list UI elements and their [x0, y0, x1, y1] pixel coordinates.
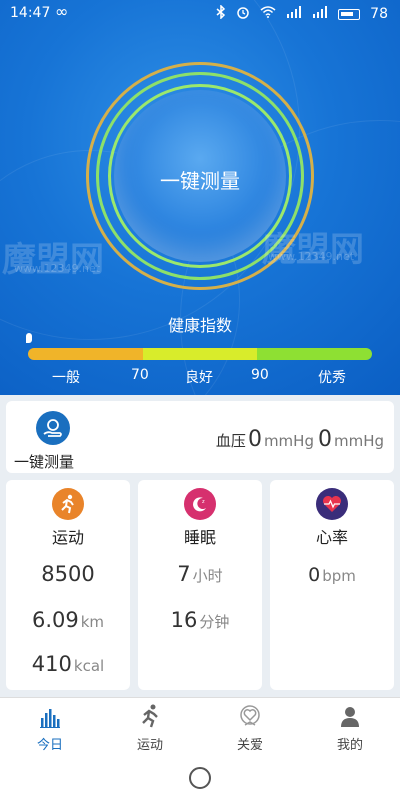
- loop-icon: ∞: [55, 2, 69, 21]
- one-key-measure-label: 一键测量: [14, 453, 75, 471]
- scale-low: 一般: [52, 370, 80, 386]
- heart-bpm-unit: bpm: [322, 567, 356, 585]
- nav-care-label: 关爱: [236, 738, 263, 753]
- battery-icon: [338, 8, 361, 20]
- sport-steps: 8500: [41, 562, 95, 586]
- wifi-icon: [260, 6, 276, 22]
- sport-title: 运动: [51, 528, 84, 547]
- status-bar: 14:47 ∞ 78: [0, 0, 400, 28]
- sleep-minutes: 16: [170, 608, 198, 632]
- sport-distance: 6.09: [31, 608, 79, 632]
- watermark-left-url: www.12349.net: [14, 262, 101, 275]
- sleep-minutes-unit: 分钟: [199, 613, 230, 631]
- scale-t1: 70: [131, 367, 149, 383]
- nav-mine-label: 我的: [336, 738, 363, 753]
- blood-pressure-readout: 血压 0 mmHg 0 mmHg: [216, 427, 386, 452]
- bar-chart-icon: [0, 704, 100, 728]
- person-icon: [300, 704, 400, 728]
- signal-icon-2: [312, 6, 328, 22]
- sleep-hours-unit: 小时: [192, 567, 223, 585]
- bottom-nav: 今日 运动 关爱 我的: [0, 697, 400, 757]
- battery-level: 78: [370, 6, 388, 22]
- scale-high: 优秀: [318, 370, 346, 386]
- nav-care[interactable]: 关爱: [200, 704, 300, 754]
- scale-t2: 90: [251, 367, 269, 383]
- bp-systolic: 0: [247, 427, 262, 452]
- alarm-icon: [236, 5, 250, 23]
- heart-title: 心率: [315, 528, 348, 547]
- nav-mine[interactable]: 我的: [300, 704, 400, 754]
- one-key-measure-button[interactable]: 一键测量: [14, 409, 94, 471]
- bp-label: 血压: [215, 432, 246, 450]
- watermark-right: 魔盟网: [262, 230, 364, 270]
- runner-icon: [52, 488, 84, 520]
- status-time: 14:47: [10, 5, 51, 21]
- sport-card[interactable]: 运动 8500 6.09 km 410 kcal: [6, 480, 130, 690]
- bp-unit-1: mmHg: [263, 432, 314, 450]
- sport-distance-unit: km: [80, 613, 105, 631]
- nav-sport[interactable]: 运动: [100, 704, 200, 754]
- sport-calories-unit: kcal: [73, 657, 105, 675]
- nav-today[interactable]: 今日: [0, 704, 100, 754]
- blood-pressure-card: 一键测量 血压 0 mmHg 0 mmHg: [6, 401, 394, 473]
- sleep-card[interactable]: z 睡眠 7 小时 16 分钟: [138, 480, 262, 690]
- system-home-bar: [0, 757, 400, 800]
- hand-measure-icon: [36, 411, 70, 445]
- bluetooth-icon: [216, 4, 226, 23]
- nav-sport-label: 运动: [136, 738, 163, 753]
- sport-calories: 410: [31, 652, 72, 676]
- sleep-title: 睡眠: [183, 528, 216, 547]
- watermark-right-url: www.12349.net: [268, 250, 355, 263]
- hero-panel: 14:47 ∞ 78 一键测量 魔盟网 www.12349.net 魔盟网 ww…: [0, 0, 400, 395]
- heart-care-icon: [200, 704, 300, 728]
- health-index-title: 健康指数: [167, 316, 232, 335]
- svg-text:z: z: [202, 499, 205, 505]
- heart-rate-card[interactable]: 心率 0 bpm: [270, 480, 394, 690]
- runner-nav-icon: [100, 704, 200, 728]
- home-button[interactable]: [189, 767, 211, 789]
- signal-icon: [286, 6, 302, 22]
- bp-diastolic: 0: [317, 427, 332, 452]
- moon-sleep-icon: z: [184, 488, 216, 520]
- health-index-bar: [28, 348, 372, 360]
- heart-bpm: 0: [308, 564, 321, 586]
- sleep-hours: 7: [177, 562, 191, 586]
- heart-pulse-icon: [316, 488, 348, 520]
- bp-unit-2: mmHg: [333, 432, 384, 450]
- nav-today-label: 今日: [36, 738, 63, 753]
- scale-mid: 良好: [185, 370, 213, 386]
- dial-measure-label[interactable]: 一键测量: [86, 165, 314, 194]
- index-marker-icon: [26, 333, 32, 343]
